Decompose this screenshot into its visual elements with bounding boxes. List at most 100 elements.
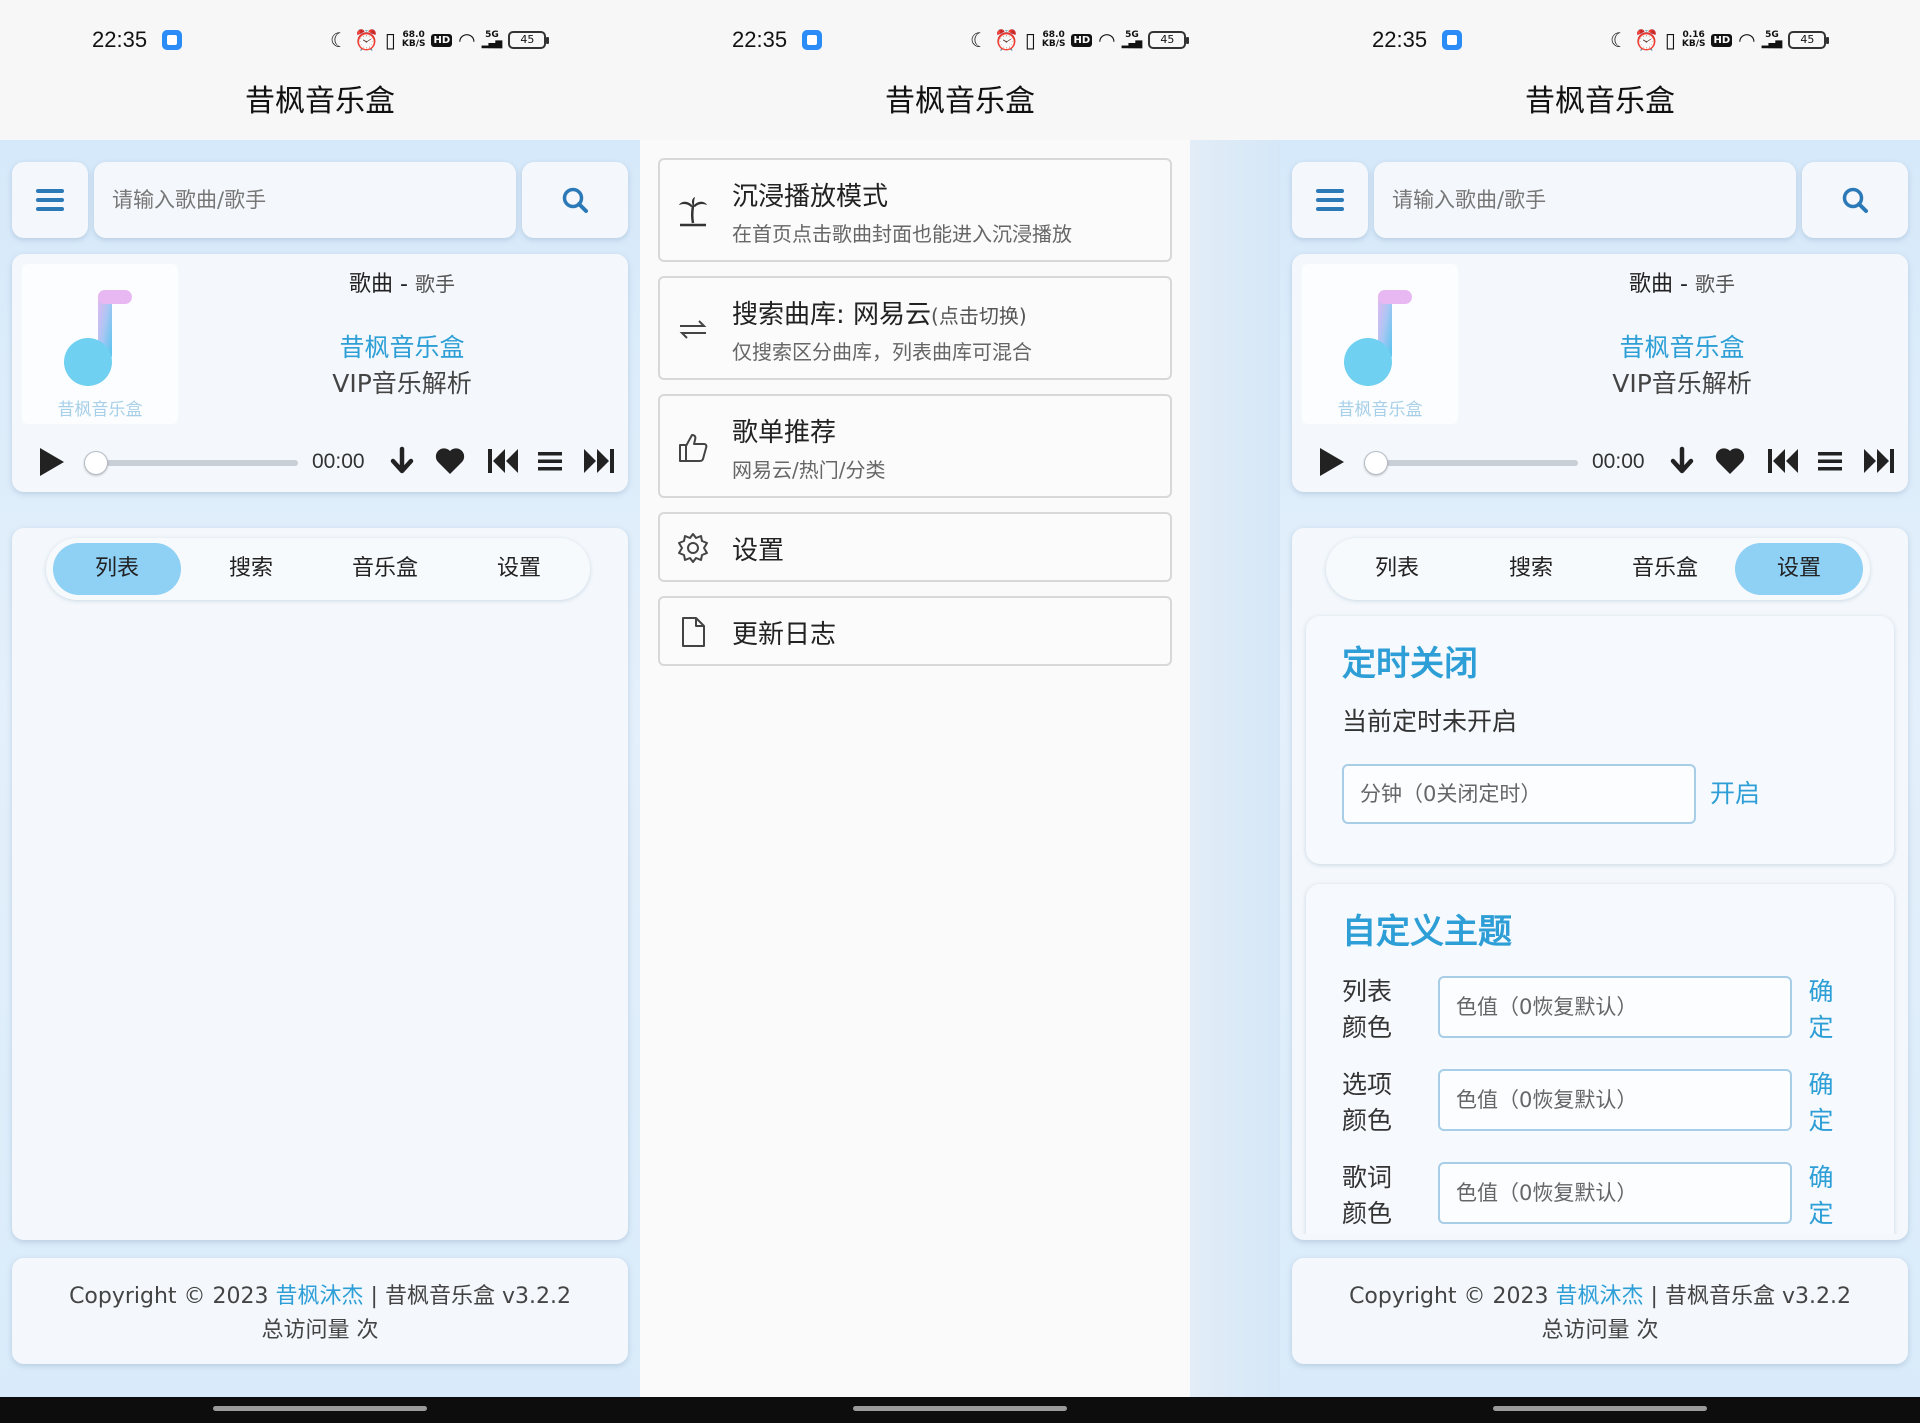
alarm-icon: ⏰	[1633, 28, 1659, 52]
music-note-icon	[64, 290, 132, 386]
drawer-item-playlists[interactable]: 歌单推荐 网易云/热门/分类	[658, 394, 1172, 498]
app-title-bar: 昔枫音乐盒	[640, 80, 1280, 140]
home-indicator[interactable]	[213, 1406, 427, 1411]
tab-musicbox[interactable]: 音乐盒	[321, 543, 449, 595]
progress-knob[interactable]	[1364, 451, 1388, 475]
song-line: 歌曲 - 歌手	[1629, 272, 1735, 297]
tab-bar: 列表 搜索 音乐盒 设置	[1326, 538, 1870, 600]
home-indicator[interactable]	[1493, 1406, 1707, 1411]
heart-icon[interactable]	[434, 446, 466, 476]
list-color-confirm[interactable]: 确定	[1806, 974, 1836, 1046]
menu-button[interactable]	[1292, 162, 1368, 238]
progress-track[interactable]	[84, 460, 298, 466]
search-button[interactable]	[522, 162, 628, 238]
next-icon[interactable]	[1862, 446, 1896, 476]
moon-icon: ☾	[1610, 28, 1628, 52]
status-bar: 22:35 ☾ ⏰ ▯ 68.0 KB/S HD ◠ 5G ▂▄▆ 45	[0, 0, 640, 80]
hamburger-icon	[36, 189, 64, 193]
theme-title: 自定义主题	[1342, 912, 1512, 952]
song-title: 歌曲	[349, 272, 394, 297]
gear-icon	[678, 533, 708, 563]
home-indicator[interactable]	[853, 1406, 1067, 1411]
author-link[interactable]: 昔枫沐杰	[1556, 1284, 1644, 1309]
song-artist: 歌手	[414, 272, 455, 296]
next-icon[interactable]	[582, 446, 616, 476]
thumbs-up-icon	[679, 434, 708, 462]
playlist-icon[interactable]	[1816, 446, 1844, 476]
document-icon	[682, 617, 705, 647]
author-link[interactable]: 昔枫沐杰	[276, 1284, 364, 1309]
subtitle-text: VIP音乐解析	[332, 369, 472, 398]
drawer-item-immersive[interactable]: 沉浸播放模式 在首页点击歌曲封面也能进入沉浸播放	[658, 158, 1172, 262]
tab-settings[interactable]: 设置	[455, 543, 583, 595]
signal-icon: 5G ▂▄▆	[481, 30, 503, 49]
timer-start-button[interactable]: 开启	[1710, 776, 1760, 812]
tab-musicbox[interactable]: 音乐盒	[1601, 543, 1729, 595]
tab-search[interactable]: 搜索	[1467, 543, 1595, 595]
content-card: 列表 搜索 音乐盒 设置 定时关闭 当前定时未开启 开启 自定义主题 列表颜色 …	[1292, 528, 1908, 1240]
theme-card: 自定义主题 列表颜色 确定 选项颜色 确定 歌词颜色 确定	[1306, 884, 1894, 1234]
search-box	[94, 162, 516, 238]
lyric-color-confirm[interactable]: 确定	[1806, 1160, 1836, 1232]
status-time: 22:35	[732, 27, 788, 52]
signal-icon: 5G ▂▄▆	[1121, 30, 1143, 49]
theme-row-label: 列表颜色	[1342, 977, 1393, 1042]
player-card: 昔枫音乐盒 歌曲 - 歌手 昔枫音乐盒 VIP音乐解析 00:00	[1292, 254, 1908, 492]
switch-hint: (点击切换)	[931, 304, 1027, 328]
settings-scroll[interactable]: 定时关闭 当前定时未开启 开启 自定义主题 列表颜色 确定 选项颜色 确定 歌词…	[1292, 608, 1908, 1234]
album-cover[interactable]: 昔枫音乐盒	[1302, 264, 1458, 424]
vibrate-icon: ▯	[384, 28, 396, 52]
status-bar: 22:35 ☾ ⏰ ▯ 68.0 KB/S HD ◠ 5G ▂▄▆ 45	[640, 0, 1280, 80]
timer-title: 定时关闭	[1342, 644, 1478, 684]
brand-text: 昔枫音乐盒	[339, 333, 465, 362]
notification-app-icon	[802, 30, 822, 50]
tab-list[interactable]: 列表	[53, 543, 181, 595]
download-icon[interactable]	[1668, 446, 1696, 478]
vibrate-icon: ▯	[1664, 28, 1676, 52]
heart-icon[interactable]	[1714, 446, 1746, 476]
play-icon[interactable]	[1316, 446, 1346, 478]
option-color-input[interactable]	[1438, 1069, 1792, 1131]
battery-icon: 45	[1148, 31, 1190, 49]
previous-icon[interactable]	[486, 446, 520, 476]
progress-track[interactable]	[1364, 460, 1578, 466]
content-card: 列表 搜索 音乐盒 设置	[12, 528, 628, 1240]
app-title-bar: 昔枫音乐盒	[0, 80, 640, 140]
play-icon[interactable]	[36, 446, 66, 478]
search-button[interactable]	[1802, 162, 1908, 238]
player-controls: 00:00	[1292, 432, 1908, 492]
status-icons: ☾ ⏰ ▯ 68.0 KB/S HD ◠ 5G ▂▄▆ 45	[330, 27, 550, 53]
list-color-input[interactable]	[1438, 976, 1792, 1038]
visit-count: 总访问量 次	[261, 1318, 379, 1343]
drawer-item-changelog[interactable]: 更新日志	[658, 596, 1172, 666]
download-icon[interactable]	[388, 446, 416, 478]
timer-minutes-input[interactable]	[1342, 764, 1696, 824]
vibrate-icon: ▯	[1024, 28, 1036, 52]
status-time: 22:35	[1372, 27, 1428, 52]
footer: Copyright © 2023 昔枫沐杰 | 昔枫音乐盒 v3.2.2 总访问…	[12, 1258, 628, 1364]
previous-icon[interactable]	[1766, 446, 1800, 476]
screen-settings: 22:35 ☾ ⏰ ▯ 0.16 KB/S HD ◠ 5G ▂▄▆ 45 昔枫音乐盒	[1280, 0, 1920, 1423]
tab-settings[interactable]: 设置	[1735, 543, 1863, 595]
lyric-color-input[interactable]	[1438, 1162, 1792, 1224]
album-cover[interactable]: 昔枫音乐盒	[22, 264, 178, 424]
dimmed-background[interactable]	[1190, 140, 1280, 1397]
tab-list[interactable]: 列表	[1333, 543, 1461, 595]
search-input[interactable]	[1374, 162, 1796, 238]
drawer-item-library[interactable]: 搜索曲库: 网易云(点击切换) 仅搜索区分曲库，列表曲库可混合	[658, 276, 1172, 380]
progress-knob[interactable]	[84, 451, 108, 475]
drawer-item-subtitle: 网易云/热门/分类	[732, 458, 886, 482]
search-input[interactable]	[94, 162, 516, 238]
wifi-icon: ◠	[458, 28, 476, 52]
drawer-item-settings[interactable]: 设置	[658, 512, 1172, 582]
drawer-item-title: 歌单推荐	[732, 418, 837, 448]
song-title: 歌曲	[1629, 272, 1674, 297]
drawer-item-subtitle: 仅搜索区分曲库，列表曲库可混合	[732, 340, 1032, 364]
app-title: 昔枫音乐盒	[245, 84, 395, 119]
menu-button[interactable]	[12, 162, 88, 238]
tab-search[interactable]: 搜索	[187, 543, 315, 595]
drawer-item-title: 沉浸播放模式	[732, 182, 889, 212]
option-color-confirm[interactable]: 确定	[1806, 1067, 1836, 1139]
playlist-icon[interactable]	[536, 446, 564, 476]
hd-icon: HD	[1071, 33, 1093, 47]
